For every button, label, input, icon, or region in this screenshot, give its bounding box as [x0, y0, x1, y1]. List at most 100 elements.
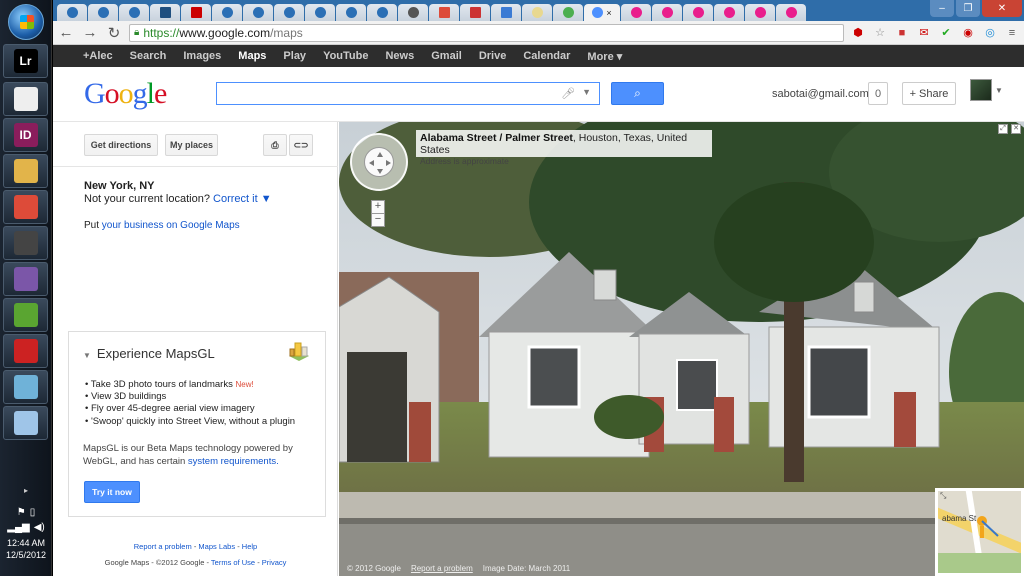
browser-tab[interactable]	[181, 4, 211, 21]
privacy-link[interactable]: Privacy	[262, 558, 287, 567]
get-directions-button[interactable]: Get directions	[84, 134, 158, 156]
record-extension-icon[interactable]: ◉	[960, 25, 976, 41]
collapse-triangle-icon[interactable]: ▼	[83, 351, 91, 360]
browser-tab[interactable]	[88, 4, 118, 21]
signal-icon[interactable]: ▂▄▆	[7, 522, 29, 533]
gbar-item-maps[interactable]: Maps	[238, 50, 266, 62]
extension-book-icon[interactable]: ■	[894, 25, 910, 41]
browser-tab[interactable]	[460, 4, 490, 21]
street-view-panel[interactable]: Alabama Street / Palmer Street, Houston,…	[339, 122, 1024, 576]
bookmark-star-icon[interactable]: ☆	[872, 25, 888, 41]
account-email[interactable]: sabotai@gmail.com	[772, 88, 869, 100]
chevron-down-icon[interactable]: ▼	[582, 87, 591, 97]
battery-icon[interactable]: ▯	[30, 507, 36, 518]
business-link[interactable]: your business on Google Maps	[102, 220, 240, 231]
browser-tab[interactable]	[776, 4, 806, 21]
my-places-button[interactable]: My places	[165, 134, 218, 156]
taskbar-app-button[interactable]	[3, 82, 48, 116]
chevron-down-icon[interactable]: ▼	[995, 86, 1003, 95]
avatar[interactable]	[970, 79, 992, 101]
tab-close-icon[interactable]: ×	[606, 8, 611, 18]
share-button[interactable]: + Share	[902, 82, 956, 105]
browser-tab[interactable]	[652, 4, 682, 21]
search-button[interactable]: ⌕	[611, 82, 664, 105]
correct-it-link[interactable]: Correct it ▼	[213, 193, 272, 205]
gmail-extension-icon[interactable]: ✉	[916, 25, 932, 41]
start-button[interactable]	[8, 4, 44, 40]
browser-tab[interactable]	[57, 4, 87, 21]
taskbar-app-button[interactable]	[3, 190, 48, 224]
reload-icon[interactable]: ↻	[105, 24, 123, 42]
browser-tab[interactable]	[274, 4, 304, 21]
zoom-in-button[interactable]: +	[371, 200, 385, 214]
checkmark-extension-icon[interactable]: ✔	[938, 25, 954, 41]
taskbar-app-button[interactable]	[3, 406, 48, 440]
gbar-item-search[interactable]: Search	[130, 50, 167, 62]
gbar-item-play[interactable]: Play	[283, 50, 306, 62]
browser-tab-active[interactable]: ×	[584, 4, 620, 21]
mapsgl-header[interactable]: ▼ Experience MapsGL	[83, 346, 215, 361]
zoom-out-button[interactable]: −	[371, 213, 385, 227]
browser-tab[interactable]	[243, 4, 273, 21]
gbar-item-news[interactable]: News	[385, 50, 414, 62]
browser-tab[interactable]	[367, 4, 397, 21]
gbar-item-youtube[interactable]: YouTube	[323, 50, 368, 62]
browser-tab[interactable]	[553, 4, 583, 21]
minimap[interactable]: abama St ⤡	[935, 488, 1024, 576]
pan-control[interactable]	[350, 133, 408, 191]
try-it-now-button[interactable]: Try it now	[84, 481, 140, 503]
system-requirements-link[interactable]: system requirements.	[188, 456, 279, 467]
taskbar-app-button[interactable]	[3, 226, 48, 260]
report-problem-link[interactable]: Report a problem	[134, 542, 192, 551]
browser-tab[interactable]	[305, 4, 335, 21]
link-icon[interactable]: ⊂⊃	[289, 134, 313, 156]
browser-tab[interactable]	[398, 4, 428, 21]
browser-tab[interactable]	[336, 4, 366, 21]
notifications-count[interactable]: 0	[868, 82, 888, 105]
pan-arrows-icon[interactable]	[364, 147, 394, 177]
taskbar-app-button[interactable]: Lr	[3, 44, 48, 78]
print-icon[interactable]: ⎙	[263, 134, 287, 156]
gbar-item-images[interactable]: Images	[183, 50, 221, 62]
minimize-icon[interactable]: –	[930, 0, 954, 17]
menu-icon[interactable]: ≡	[1004, 25, 1020, 41]
adblock-icon[interactable]: ⬢	[850, 25, 866, 41]
google-logo[interactable]: Google	[84, 77, 167, 111]
volume-icon[interactable]: ◀)	[34, 522, 45, 533]
terms-link[interactable]: Terms of Use	[211, 558, 255, 567]
browser-tab[interactable]	[621, 4, 651, 21]
browser-tab[interactable]	[522, 4, 552, 21]
tray-expand-icon[interactable]: ▸	[0, 486, 52, 495]
flag-icon[interactable]: ⚑	[17, 507, 26, 518]
browser-tab[interactable]	[429, 4, 459, 21]
forward-icon[interactable]: →	[81, 24, 99, 42]
browser-tab[interactable]	[150, 4, 180, 21]
gbar-item-drive[interactable]: Drive	[479, 50, 507, 62]
gbar-item-alec[interactable]: +Alec	[83, 50, 113, 62]
gbar-item-more[interactable]: More ▾	[587, 50, 622, 63]
microphone-icon[interactable]: 🎤︎	[561, 87, 575, 100]
gbar-item-calendar[interactable]: Calendar	[523, 50, 570, 62]
globe-extension-icon[interactable]: ◎	[982, 25, 998, 41]
close-icon[interactable]: ✕	[982, 0, 1022, 17]
browser-tab[interactable]	[714, 4, 744, 21]
browser-tab[interactable]	[683, 4, 713, 21]
clock[interactable]: 12:44 AM 12/5/2012	[0, 537, 52, 561]
sv-report-link[interactable]: Report a problem	[411, 564, 473, 573]
taskbar-app-button[interactable]	[3, 334, 48, 368]
browser-tab[interactable]	[745, 4, 775, 21]
browser-tab[interactable]	[491, 4, 521, 21]
expand-minimap-icon[interactable]: ⤡	[940, 491, 946, 501]
taskbar-app-button[interactable]	[3, 262, 48, 296]
fullscreen-icon[interactable]: ⤢	[998, 124, 1008, 134]
taskbar-app-button[interactable]	[3, 370, 48, 404]
browser-tab[interactable]	[212, 4, 242, 21]
taskbar-app-button[interactable]: ID	[3, 118, 48, 152]
restore-icon[interactable]: ❐	[956, 0, 980, 17]
gbar-item-gmail[interactable]: Gmail	[431, 50, 462, 62]
search-input[interactable]: 🎤︎ ▼	[216, 82, 600, 105]
maps-labs-link[interactable]: Maps Labs	[198, 542, 235, 551]
taskbar-app-button[interactable]	[3, 298, 48, 332]
address-bar[interactable]: 🔒︎ https://www.google.com/maps	[129, 23, 844, 42]
taskbar-app-button[interactable]	[3, 154, 48, 188]
